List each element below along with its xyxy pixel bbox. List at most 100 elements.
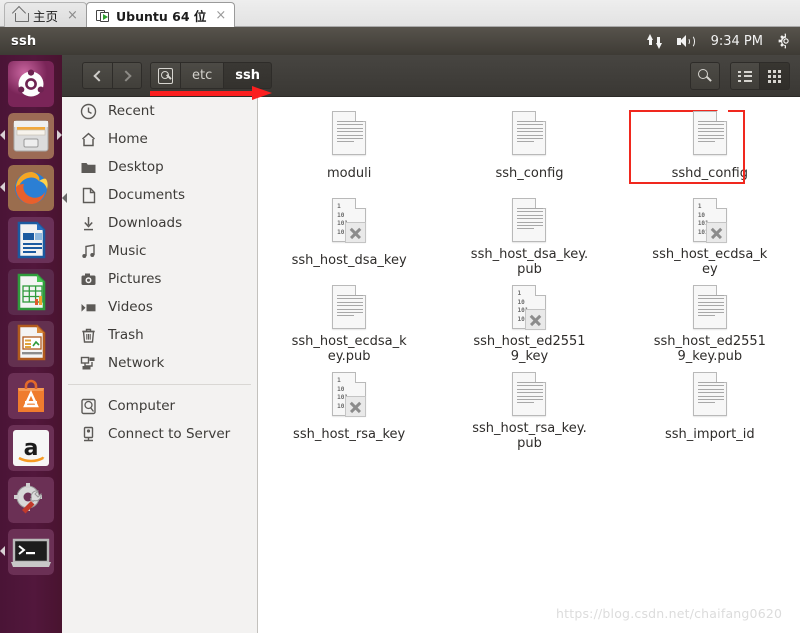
file-list-area[interactable]: moduli ssh_config sshd_config 1 10 101 s… (259, 97, 800, 633)
forward-button[interactable] (112, 62, 142, 89)
launcher-item-libreoffice-calc[interactable] (8, 269, 54, 315)
sidebar-item-home[interactable]: Home (62, 125, 257, 153)
breadcrumb-computer[interactable] (150, 62, 181, 89)
text-file-icon (686, 371, 734, 424)
sidebar-item-label: Home (108, 131, 148, 147)
sidebar-item-trash[interactable]: Trash (62, 321, 257, 349)
close-icon[interactable]: × (67, 8, 78, 23)
sidebar-item-label: Trash (108, 327, 144, 343)
camera-icon (80, 271, 97, 288)
grid-view-button[interactable] (760, 62, 790, 90)
binary-file-icon: 1101011010 (505, 284, 553, 331)
file-name: moduli (326, 166, 372, 181)
sidebar-item-computer[interactable]: Computer (62, 392, 257, 420)
sidebar-item-recent[interactable]: Recent (62, 97, 257, 125)
sidebar-item-network[interactable]: Network (62, 349, 257, 377)
vmware-tab-home[interactable]: 主页 × (4, 2, 87, 27)
navigation-buttons (82, 62, 142, 89)
file-manager-window: etc ssh Recent Home Desktop Documents Do… (62, 55, 800, 633)
ubuntu-top-panel: ssh 9:34 PM (0, 27, 800, 55)
close-icon[interactable]: × (215, 8, 226, 23)
file-item[interactable]: 1101011010 ssh_host_rsa_key (259, 366, 439, 451)
volume-icon[interactable] (676, 34, 696, 49)
vmware-tab-bar: 主页 × Ubuntu 64 位 × (0, 0, 800, 28)
folder-icon (80, 159, 97, 176)
file-item[interactable]: ssh_config (439, 105, 619, 190)
breadcrumb: etc ssh (150, 62, 272, 89)
virtual-machine-icon (96, 9, 111, 23)
search-icon (697, 68, 713, 84)
list-view-icon (738, 70, 752, 82)
launcher-item-terminal[interactable] (0, 529, 54, 575)
server-icon (80, 426, 97, 443)
home-icon (14, 8, 29, 22)
clock[interactable]: 9:34 PM (711, 34, 763, 49)
sidebar-item-label: Documents (108, 187, 185, 203)
unity-launcher: a (0, 55, 62, 633)
launcher-item-ubuntu-dash[interactable] (8, 61, 54, 107)
text-file-icon (505, 371, 553, 418)
file-item[interactable]: 1101011010 ssh_host_ed25519_key (439, 279, 619, 364)
disk-icon (158, 67, 173, 84)
file-item[interactable]: 1101011010 ssh_host_dsa_key (259, 192, 439, 277)
file-name: ssh_host_dsa_key (291, 253, 407, 268)
gear-icon[interactable] (778, 33, 794, 49)
sidebar-item-label: Computer (108, 398, 176, 414)
no-access-badge-icon (345, 222, 367, 243)
sidebar-item-desktop[interactable]: Desktop (62, 153, 257, 181)
sidebar-item-connect-to-server[interactable]: Connect to Server (62, 420, 257, 448)
sidebar-item-label: Music (108, 243, 147, 259)
no-access-badge-icon (705, 222, 727, 243)
file-name: ssh_host_rsa_key (293, 427, 406, 442)
sidebar-item-videos[interactable]: Videos (62, 293, 257, 321)
sidebar-item-label: Downloads (108, 215, 183, 231)
file-name: ssh_host_ecdsa_key (652, 247, 768, 277)
text-file-icon (505, 110, 553, 163)
launcher-item-libreoffice-writer[interactable] (8, 217, 54, 263)
file-item-selected[interactable]: sshd_config (620, 105, 800, 190)
system-tray: 9:34 PM (646, 27, 794, 55)
app-title: ssh (11, 33, 37, 49)
sidebar-item-label: Recent (108, 103, 155, 119)
vmware-tab-home-label: 主页 (33, 8, 59, 24)
file-item[interactable]: ssh_host_ecdsa_key.pub (259, 279, 439, 364)
sidebar-item-music[interactable]: Music (62, 237, 257, 265)
text-file-icon (686, 284, 734, 331)
clock-icon (80, 103, 97, 120)
launcher-item-firefox[interactable] (0, 165, 54, 211)
document-icon (80, 187, 97, 204)
file-name: ssh_config (495, 166, 564, 181)
back-button[interactable] (82, 62, 112, 89)
download-icon (80, 215, 97, 232)
file-item[interactable]: ssh_host_rsa_key.pub (439, 366, 619, 451)
file-item[interactable]: 1101011010 ssh_host_ecdsa_key (620, 192, 800, 277)
file-item[interactable]: ssh_import_id (620, 366, 800, 451)
text-file-icon (505, 197, 553, 244)
watermark: https://blog.csdn.net/chaifang0620 (556, 606, 783, 621)
launcher-item-libreoffice-impress[interactable] (8, 321, 54, 367)
search-button[interactable] (690, 62, 720, 90)
file-name: ssh_import_id (665, 427, 755, 442)
view-switcher (730, 62, 790, 90)
breadcrumb-ssh[interactable]: ssh (224, 62, 272, 89)
breadcrumb-etc[interactable]: etc (181, 62, 225, 89)
launcher-item-files[interactable] (0, 113, 62, 159)
sidebar-item-downloads[interactable]: Downloads (62, 209, 257, 237)
file-grid: moduli ssh_config sshd_config 1 10 101 s… (259, 105, 800, 451)
launcher-item-ubuntu-software[interactable] (8, 373, 54, 419)
sidebar-item-documents[interactable]: Documents (62, 181, 257, 209)
file-item[interactable]: moduli (259, 105, 439, 190)
sidebar-item-label: Network (108, 355, 165, 371)
list-view-button[interactable] (730, 62, 760, 90)
launcher-item-amazon[interactable]: a (8, 425, 54, 471)
launcher-item-system-settings[interactable] (8, 477, 54, 523)
grid-view-icon (768, 69, 781, 83)
file-item[interactable]: ssh_host_ed25519_key.pub (620, 279, 800, 364)
file-name: ssh_host_rsa_key.pub (472, 421, 587, 451)
file-item[interactable]: ssh_host_dsa_key.pub (439, 192, 619, 277)
trash-icon (80, 327, 97, 344)
vmware-tab-ubuntu[interactable]: Ubuntu 64 位 × (86, 2, 236, 28)
network-up-down-icon[interactable] (646, 33, 662, 49)
sidebar-resize-handle[interactable] (62, 193, 67, 203)
sidebar-item-pictures[interactable]: Pictures (62, 265, 257, 293)
